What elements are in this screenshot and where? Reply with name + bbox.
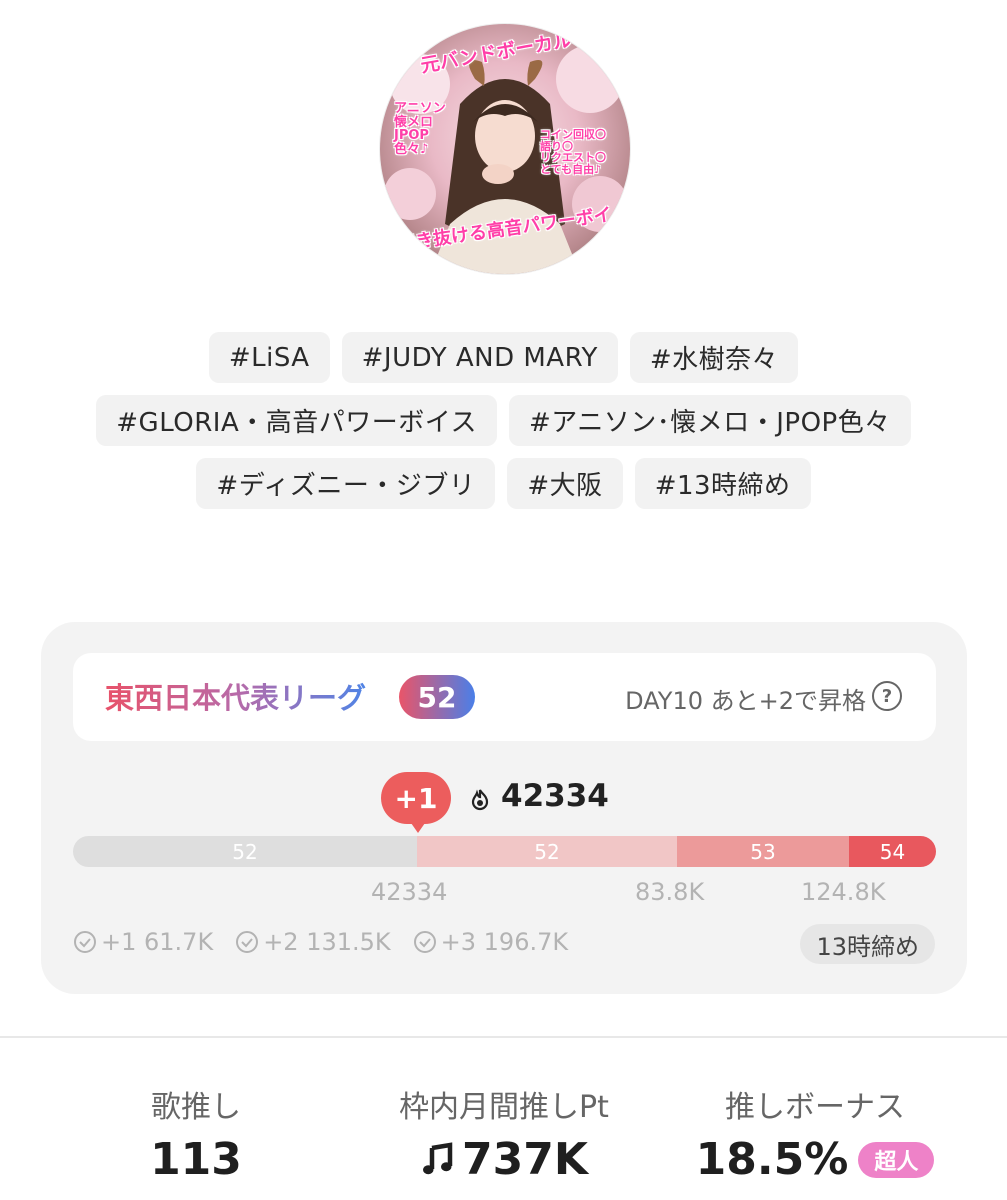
bar-mark: 42334 [371,878,448,906]
tag-chip[interactable]: #LiSA [208,332,330,383]
tag-row: #ディズニー・ジブリ #大阪 #13時締め [0,458,1007,509]
oshi-bonus-value: 18.5% [695,1134,849,1185]
help-icon[interactable]: ? [872,681,902,711]
super-badge: 超人 [858,1141,935,1178]
current-score: 42334 [501,778,609,814]
stat-value: 113 [96,1134,296,1185]
avatar-caption-right-line: とても自由♪ [540,162,602,176]
bar-segment: 54 [849,836,936,867]
tag-list: #LiSA #JUDY AND MARY #水樹奈々 #GLORIA・高音パワー… [0,332,1007,521]
tag-chip[interactable]: #アニソン･懐メロ・JPOP色々 [508,395,911,446]
avatar-image: 元バンドボーカル アニソン 懐メロ JPOP 色々♪ コイン回収〇 語り〇 リク… [380,24,630,274]
check-circle-icon [236,931,259,953]
stat-value: 737K [354,1134,654,1185]
bar-mark: 83.8K [635,878,705,906]
stat-label: 歌推し [151,1090,241,1125]
league-card: 東西日本代表リーグ 52 DAY10 あと+2で昇格 ? +1 42334 52… [41,622,967,994]
stat-label: 枠内月間推しPt [399,1090,609,1125]
threshold-item: +2 131.5K [235,928,391,956]
tag-chip[interactable]: #ディズニー・ジブリ [196,458,496,509]
threshold-item: +3 196.7K [413,928,568,956]
check-circle-icon [413,931,436,953]
deadline-badge: 13時締め [800,924,935,964]
avatar-caption-left: アニソン 懐メロ JPOP 色々♪ [394,102,446,157]
oshi-bonus-stat: 推しボーナス 18.5% 超人 [690,1082,940,1185]
tag-row: #LiSA #JUDY AND MARY #水樹奈々 [0,332,1007,383]
league-status: DAY10 あと+2で昇格 [625,687,866,715]
tag-chip[interactable]: #大阪 [507,458,623,509]
bar-mark: 124.8K [801,878,886,906]
bar-segment: 53 [677,836,849,867]
threshold-label: +2 131.5K [263,928,391,956]
league-header[interactable]: 東西日本代表リーグ 52 DAY10 あと+2で昇格 ? [73,653,936,741]
bar-segment: 52 [73,836,417,867]
tag-chip[interactable]: #13時締め [634,458,811,509]
stat-label: 推しボーナス [725,1090,905,1125]
avatar-caption-left-line: 色々♪ [394,141,429,157]
music-note-icon [423,1141,453,1174]
avatar-caption-left-line: アニソン [394,101,446,116]
section-divider [0,1036,1007,1038]
threshold-item: +1 61.7K [73,928,213,956]
avatar-caption-right-line: リクエスト〇 [540,151,606,165]
avatar-caption-right: コイン回収〇 語り〇 リクエスト〇 とても自由♪ [540,129,606,175]
tag-chip[interactable]: #JUDY AND MARY [341,332,618,383]
song-oshi-stat: 歌推し 113 [96,1082,296,1185]
check-circle-icon [74,931,96,953]
stat-value: 18.5% 超人 [690,1134,940,1185]
bar-segment: 52 [417,836,677,867]
rank-progress-bar: 52 52 53 54 [73,836,936,867]
threshold-list: +1 61.7K +2 131.5K +3 196.7K [73,928,568,956]
profile-avatar[interactable]: 元バンドボーカル アニソン 懐メロ JPOP 色々♪ コイン回収〇 語り〇 リク… [380,24,630,274]
avatar-caption-left-line: JPOP [394,128,429,144]
song-oshi-count: 113 [150,1134,242,1185]
monthly-points-value: 737K [462,1134,588,1185]
rank-delta-bubble: +1 [381,772,451,833]
threshold-label: +3 196.7K [440,928,569,956]
avatar-caption-right-line: コイン回収〇 [540,128,606,141]
flame-icon [471,789,489,811]
league-name: 東西日本代表リーグ [105,675,366,717]
tag-chip[interactable]: #水樹奈々 [629,332,799,383]
tag-row: #GLORIA・高音パワーボイス #アニソン･懐メロ・JPOP色々 [0,395,1007,446]
threshold-label: +1 61.7K [101,928,214,956]
tag-chip[interactable]: #GLORIA・高音パワーボイス [96,395,497,446]
monthly-points-stat: 枠内月間推しPt 737K [354,1082,654,1185]
league-rank-badge: 52 [399,675,475,719]
